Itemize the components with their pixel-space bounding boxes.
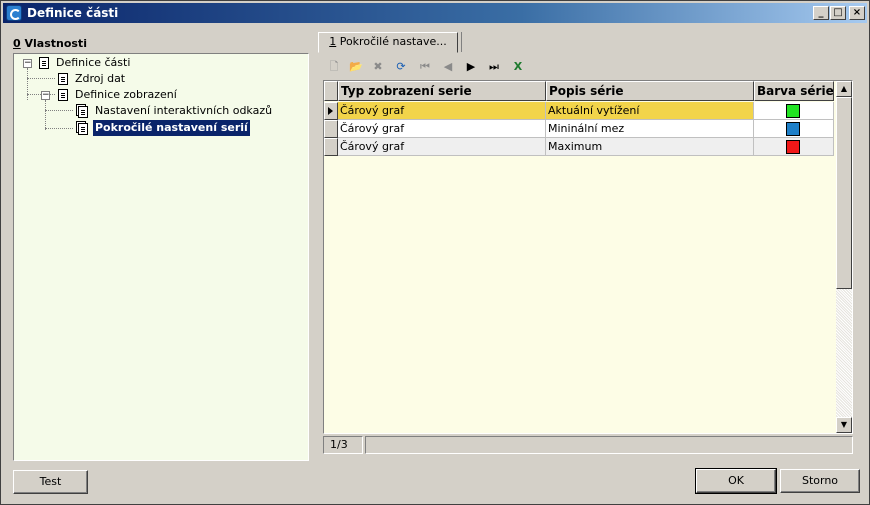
dialog-window: Definice části _ □ × 0 Vlastnosti − Defi… [0, 0, 870, 505]
series-grid[interactable]: Typ zobrazení serie Popis série Barva sé… [323, 80, 853, 434]
minimize-button[interactable]: _ [813, 6, 829, 20]
current-row-arrow-icon [328, 107, 333, 115]
tree-node-definice-zobrazeni[interactable]: − Definice zobrazení [14, 87, 304, 103]
tab-pokrocile-nastaveni[interactable]: 1 Pokročilé nastave... [318, 32, 458, 53]
table-row[interactable]: Čárový graf Mininální mez [324, 120, 834, 138]
scroll-down-button[interactable]: ▼ [836, 417, 852, 433]
cell-description[interactable]: Aktuální vytížení [546, 102, 754, 120]
column-header-type[interactable]: Typ zobrazení serie [338, 81, 546, 101]
tree-node-definice-casti[interactable]: − Definice části [14, 55, 304, 71]
cell-type[interactable]: Čárový graf [338, 120, 546, 138]
color-swatch [786, 140, 800, 154]
refresh-icon[interactable]: ⟳ [392, 58, 410, 76]
collapse-icon[interactable]: − [41, 91, 50, 100]
collapse-icon[interactable]: − [23, 59, 32, 68]
grid-status-bar: 1/3 [323, 436, 853, 454]
close-button[interactable]: × [849, 6, 865, 20]
tree-node-label: Definice zobrazení [75, 88, 177, 101]
tree-node-zdroj-dat[interactable]: Zdroj dat [14, 71, 304, 87]
title-bar: Definice části _ □ × [3, 3, 867, 23]
ok-button[interactable]: OK [695, 468, 777, 494]
open-icon[interactable]: 📂 [347, 58, 365, 76]
new-record-icon[interactable]: 🗋 [325, 58, 343, 76]
record-position: 1/3 [323, 436, 363, 454]
tree-node-label: Nastavení interaktivních odkazů [95, 104, 273, 117]
documents-icon [78, 106, 88, 118]
cell-color[interactable] [754, 138, 834, 156]
next-record-icon[interactable]: ▶ [462, 58, 480, 76]
document-icon [58, 89, 68, 101]
table-row[interactable]: Čárový graf Aktuální vytížení [324, 102, 834, 120]
scroll-up-button[interactable]: ▲ [836, 81, 852, 97]
excel-export-icon[interactable]: X [509, 58, 527, 76]
color-swatch [786, 122, 800, 136]
window-title: Definice části [27, 6, 119, 20]
row-indicator [324, 120, 338, 138]
column-header-description[interactable]: Popis série [546, 81, 754, 101]
cell-type[interactable]: Čárový graf [338, 138, 546, 156]
tree-node-label: Zdroj dat [75, 72, 126, 85]
scroll-thumb[interactable] [836, 97, 852, 289]
row-indicator [324, 138, 338, 156]
delete-icon[interactable]: ✖ [369, 58, 387, 76]
cell-description[interactable]: Maximum [546, 138, 754, 156]
column-header-color[interactable]: Barva série [754, 81, 834, 101]
previous-record-icon[interactable]: ◀ [439, 58, 457, 76]
cell-type[interactable]: Čárový graf [338, 102, 546, 120]
properties-label: 0 Vlastnosti [13, 37, 87, 50]
properties-tree[interactable]: − Definice části Zdroj dat − Definice zo… [13, 53, 309, 461]
document-icon [39, 57, 49, 69]
cell-color[interactable] [754, 102, 834, 120]
cell-color[interactable] [754, 120, 834, 138]
cancel-button[interactable]: Storno [780, 469, 860, 493]
documents-icon [78, 123, 88, 135]
cell-description[interactable]: Mininální mez [546, 120, 754, 138]
status-pane [365, 436, 853, 454]
vertical-scrollbar[interactable]: ▲ ▼ [836, 81, 852, 433]
tree-node-pokrocile-nastaveni-serii[interactable]: Pokročilé nastavení serií [14, 120, 304, 136]
color-swatch [786, 104, 800, 118]
maximize-button[interactable]: □ [830, 6, 846, 20]
tree-node-label: Definice části [56, 56, 131, 69]
tab-separator [461, 32, 462, 52]
app-icon [6, 5, 22, 21]
test-button[interactable]: Test [13, 470, 88, 494]
tree-node-label-selected: Pokročilé nastavení serií [93, 120, 250, 136]
table-row[interactable]: Čárový graf Maximum [324, 138, 834, 156]
last-record-icon[interactable]: ⏭ [485, 58, 503, 76]
first-record-icon[interactable]: ⏮ [416, 58, 434, 76]
header-indicator [324, 81, 338, 101]
document-icon [58, 73, 68, 85]
row-indicator [324, 102, 338, 120]
tree-node-nastaveni-interaktivnich-odkazu[interactable]: Nastavení interaktivních odkazů [14, 103, 304, 119]
